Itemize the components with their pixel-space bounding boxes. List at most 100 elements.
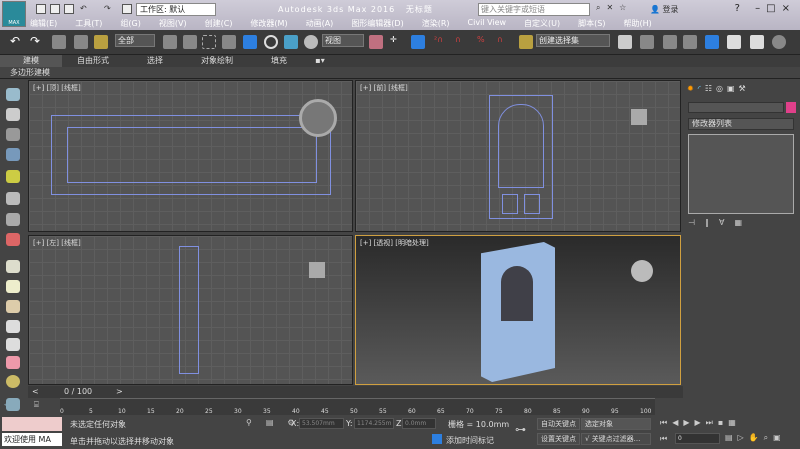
tab-populate[interactable]: 填充 xyxy=(248,55,310,67)
viewport-left[interactable]: [+] [左] [线框] xyxy=(28,235,353,385)
track-view-icon[interactable]: ⟡ xyxy=(4,400,9,410)
layer-explorer-icon[interactable] xyxy=(663,35,677,49)
maximize-icon[interactable]: □ xyxy=(766,3,781,14)
menu-civil-view[interactable]: Civil View xyxy=(468,18,507,29)
viewcube[interactable] xyxy=(631,109,647,125)
select-manipulate-icon[interactable]: ✛ xyxy=(390,35,404,49)
undo-icon[interactable]: ↶ xyxy=(80,4,90,14)
unlink-icon[interactable] xyxy=(74,35,88,49)
select-by-name-icon[interactable] xyxy=(183,35,197,49)
ribbon-options-icon[interactable]: ▪▾ xyxy=(310,55,330,67)
undo-icon[interactable]: ↶ xyxy=(10,34,20,48)
viewport-tool-icon[interactable] xyxy=(6,88,20,101)
infocenter-icons[interactable]: ⌕✕☆ xyxy=(596,3,632,13)
viewport-label[interactable]: [+] [透视] [明暗处理] xyxy=(360,238,429,248)
help-icon[interactable]: ? xyxy=(735,3,746,14)
viewport-nav-controls[interactable]: ▤▷✋⌕▣ xyxy=(725,433,786,443)
menu-modifiers[interactable]: 修改器(M) xyxy=(250,18,287,29)
tool-icon[interactable] xyxy=(6,213,20,226)
snap-toggle-icon[interactable]: ²∩ xyxy=(434,35,448,49)
layers-icon[interactable] xyxy=(683,35,697,49)
menu-animation[interactable]: 动画(A) xyxy=(306,18,334,29)
search-input[interactable]: 键入关键字或短语 xyxy=(478,3,590,16)
tool-icon[interactable] xyxy=(6,128,20,141)
viewcube[interactable] xyxy=(631,260,653,282)
key-icon[interactable]: ⊶ xyxy=(515,423,526,436)
next-frame-icon[interactable]: > xyxy=(116,387,123,396)
add-time-tag[interactable]: 添加时间标记 xyxy=(446,435,494,446)
tool-icon[interactable] xyxy=(6,170,20,183)
mini-curve-editor-icon[interactable]: ⌸ xyxy=(34,400,39,410)
motion-tab-icon[interactable]: ◎ xyxy=(716,84,723,96)
object-color-swatch[interactable] xyxy=(786,102,796,113)
set-key-button[interactable]: 设置关键点 xyxy=(537,433,580,445)
viewcube[interactable] xyxy=(309,262,325,278)
menu-scripting[interactable]: 脚本(S) xyxy=(578,18,605,29)
minimize-icon[interactable]: – xyxy=(755,3,766,14)
workspace-select[interactable]: 工作区: 默认 xyxy=(136,3,216,16)
link-icon[interactable] xyxy=(52,35,66,49)
menu-create[interactable]: 创建(C) xyxy=(205,18,233,29)
close-icon[interactable]: × xyxy=(782,3,796,14)
project-folder-icon[interactable] xyxy=(122,4,132,14)
redo-icon[interactable]: ↷ xyxy=(30,34,40,48)
viewport-perspective[interactable]: [+] [透视] [明暗处理] xyxy=(355,235,681,385)
x-coord-field[interactable]: 53.507mm xyxy=(299,418,344,429)
hierarchy-tab-icon[interactable]: ☷ xyxy=(705,84,712,96)
redo-icon[interactable]: ↷ xyxy=(104,4,114,14)
track-bar[interactable]: 0 5 10 15 20 25 30 35 40 45 50 55 60 65 70 75 80 85 90 95 10… xyxy=(60,398,655,415)
menu-group[interactable]: 组(G) xyxy=(120,18,140,29)
select-rotate-icon[interactable] xyxy=(264,35,278,49)
new-file-icon[interactable] xyxy=(36,4,46,14)
tab-freeform[interactable]: 自由形式 xyxy=(62,55,124,67)
viewport-front[interactable]: [+] [前] [线框] xyxy=(355,80,681,232)
tool-icon[interactable] xyxy=(6,260,20,273)
menu-views[interactable]: 视图(V) xyxy=(159,18,187,29)
save-icon[interactable] xyxy=(64,4,74,14)
modifier-list-select[interactable]: 修改器列表 xyxy=(688,118,794,130)
named-selection-select[interactable]: 创建选择集 xyxy=(536,34,610,47)
bind-space-warp-icon[interactable] xyxy=(94,35,108,49)
login-button[interactable]: 👤 登录 xyxy=(650,4,679,15)
maxscript-listener[interactable] xyxy=(2,417,62,431)
time-tag-icon[interactable] xyxy=(432,434,442,444)
schematic-view-icon[interactable] xyxy=(750,35,764,49)
tool-icon[interactable] xyxy=(6,356,20,369)
modify-tab-icon[interactable]: ◜ xyxy=(698,84,701,96)
place-icon[interactable] xyxy=(304,35,318,49)
tool-icon[interactable] xyxy=(6,375,20,388)
window-controls[interactable]: ? –□× xyxy=(735,3,796,14)
viewport-label[interactable]: [+] [顶] [线框] xyxy=(33,83,81,93)
spinner-snap-icon[interactable]: ∩ xyxy=(497,35,511,49)
menu-edit[interactable]: 编辑(E) xyxy=(30,18,57,29)
go-to-start-icon[interactable]: ⏮ xyxy=(660,434,667,444)
modifier-stack[interactable] xyxy=(688,134,794,214)
current-frame-field[interactable]: 0 xyxy=(675,433,720,444)
z-coord-field[interactable]: 0.0mm xyxy=(402,418,436,429)
tool-icon[interactable] xyxy=(6,148,20,161)
mirror-icon[interactable] xyxy=(618,35,632,49)
selection-filter-select[interactable]: 全部 xyxy=(115,34,155,47)
tool-icon[interactable] xyxy=(6,300,20,313)
menu-tools[interactable]: 工具(T) xyxy=(75,18,102,29)
tool-icon[interactable] xyxy=(6,320,20,333)
create-tab-icon[interactable]: ✹ xyxy=(687,84,694,96)
tab-object-paint[interactable]: 对象绘制 xyxy=(186,55,248,67)
viewport-label[interactable]: [+] [前] [线框] xyxy=(360,83,408,93)
tool-icon[interactable] xyxy=(6,192,20,205)
menu-graph-editors[interactable]: 图形编辑器(D) xyxy=(351,18,403,29)
stack-tools[interactable]: ⊣‖∀▦ xyxy=(688,218,752,227)
menu-rendering[interactable]: 渲染(R) xyxy=(422,18,450,29)
object-name-field[interactable] xyxy=(688,102,784,113)
tab-selection[interactable]: 选择 xyxy=(124,55,186,67)
tool-icon[interactable] xyxy=(6,108,20,121)
tab-modeling[interactable]: 建模 xyxy=(0,55,62,67)
keyboard-shortcut-icon[interactable] xyxy=(411,35,425,49)
rect-selection-icon[interactable] xyxy=(202,35,216,49)
select-object-icon[interactable] xyxy=(163,35,177,49)
graphite-toolbar-icon[interactable] xyxy=(705,35,719,49)
viewport-label[interactable]: [+] [左] [线框] xyxy=(33,238,81,248)
open-file-icon[interactable] xyxy=(50,4,60,14)
percent-snap-icon[interactable]: % xyxy=(477,35,491,49)
viewcube[interactable] xyxy=(299,99,337,137)
